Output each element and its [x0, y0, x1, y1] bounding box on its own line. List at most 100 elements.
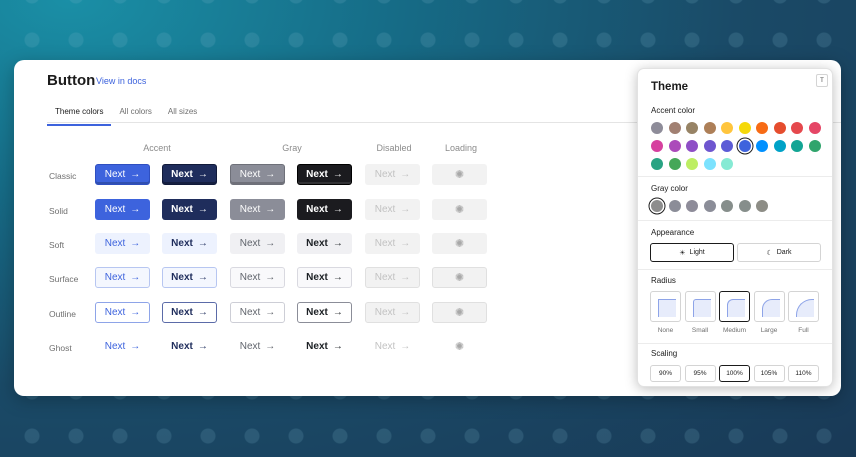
row-label: Soft: [49, 240, 65, 250]
accent-swatch[interactable]: [721, 158, 733, 170]
arrow-right-icon: →: [400, 272, 411, 283]
gray-swatch[interactable]: [738, 200, 751, 212]
accent-swatch[interactable]: [738, 122, 751, 134]
accent-swatch[interactable]: [686, 140, 698, 152]
next-button[interactable]: Next →: [162, 233, 217, 254]
theme-toggle-button[interactable]: T: [816, 74, 828, 87]
radius-option-large[interactable]: [753, 291, 785, 322]
accent-swatch[interactable]: [686, 122, 698, 134]
accent-swatch[interactable]: [668, 122, 681, 134]
gray-swatch[interactable]: [756, 200, 768, 212]
next-button[interactable]: Next →: [230, 164, 285, 185]
gray-swatch[interactable]: [686, 200, 698, 212]
next-button[interactable]: Next →: [297, 233, 352, 254]
button-label: Next: [374, 169, 396, 180]
scaling-option[interactable]: 90%: [650, 365, 681, 382]
page-title: Button: [47, 72, 96, 89]
next-button-disabled: Next →: [365, 267, 420, 288]
radius-option-label: Medium: [722, 327, 747, 334]
accent-swatch[interactable]: [703, 158, 716, 170]
radius-option-none[interactable]: [650, 291, 681, 322]
accent-swatch[interactable]: [668, 140, 681, 152]
column-header: Gray: [282, 143, 302, 153]
accent-swatch[interactable]: [651, 158, 663, 170]
next-button[interactable]: Next →: [95, 164, 150, 185]
accent-swatch[interactable]: [703, 140, 716, 152]
accent-swatch[interactable]: [756, 122, 768, 134]
view-docs-link[interactable]: View in docs: [96, 76, 146, 86]
scaling-option[interactable]: 100%: [719, 365, 750, 382]
accent-swatch[interactable]: [808, 122, 821, 134]
gray-swatch[interactable]: [721, 200, 733, 212]
accent-swatch[interactable]: [773, 140, 786, 152]
next-button[interactable]: Next →: [230, 267, 285, 288]
accent-swatch[interactable]: [686, 158, 698, 170]
arrow-right-icon: →: [130, 272, 141, 283]
gray-swatch[interactable]: [668, 200, 681, 212]
accent-swatch[interactable]: [703, 122, 716, 134]
accent-swatch[interactable]: [738, 140, 751, 152]
next-button-disabled: Next →: [365, 302, 420, 323]
next-button[interactable]: Next →: [230, 302, 285, 323]
next-button[interactable]: Next →: [297, 199, 352, 220]
row-label: Solid: [49, 206, 68, 216]
next-button[interactable]: Next →: [162, 164, 217, 185]
button-label: Next: [374, 204, 396, 215]
next-button[interactable]: Next →: [297, 164, 352, 185]
arrow-right-icon: →: [130, 307, 141, 318]
accent-swatch[interactable]: [668, 158, 681, 170]
next-button[interactable]: Next →: [230, 199, 285, 220]
next-button[interactable]: Next →: [162, 267, 217, 288]
next-button[interactable]: Next →: [162, 199, 217, 220]
accent-swatch[interactable]: [651, 140, 663, 152]
radius-label: Radius: [651, 276, 676, 285]
next-button[interactable]: Next →: [230, 233, 285, 254]
accent-swatch[interactable]: [721, 122, 733, 134]
next-button[interactable]: Next →: [162, 302, 217, 323]
appearance-dark-button[interactable]: ☾ Dark: [737, 243, 821, 262]
button-label: Next: [104, 307, 126, 318]
next-button[interactable]: Next →: [297, 336, 352, 357]
gray-swatch[interactable]: [703, 200, 716, 212]
radius-preview-icon: [692, 299, 711, 317]
spinner-icon: ✺: [454, 341, 465, 353]
accent-swatch[interactable]: [791, 122, 803, 134]
next-button[interactable]: Next →: [95, 267, 150, 288]
next-button[interactable]: Next →: [297, 302, 352, 323]
appearance-label: Appearance: [651, 228, 695, 237]
next-button[interactable]: Next →: [230, 336, 285, 357]
button-label: Next: [104, 341, 126, 352]
accent-swatch[interactable]: [791, 140, 803, 152]
gray-swatch[interactable]: [651, 200, 663, 212]
accent-swatch[interactable]: [721, 140, 733, 152]
next-button[interactable]: Next →: [95, 336, 150, 357]
next-button[interactable]: Next →: [162, 336, 217, 357]
accent-swatch[interactable]: [651, 122, 663, 134]
button-label: Next: [171, 169, 193, 180]
radius-option-label: Small: [691, 327, 709, 334]
next-button[interactable]: Next →: [95, 199, 150, 220]
arrow-right-icon: →: [400, 169, 411, 180]
next-button-loading: ✺: [432, 164, 487, 185]
arrow-right-icon: →: [400, 307, 411, 318]
radius-option-full[interactable]: [788, 291, 819, 322]
accent-swatch[interactable]: [808, 140, 821, 152]
scaling-option[interactable]: 110%: [788, 365, 819, 382]
scaling-option[interactable]: 95%: [684, 365, 716, 382]
radius-option-medium[interactable]: [719, 291, 750, 322]
accent-swatch[interactable]: [756, 140, 768, 152]
next-button[interactable]: Next →: [297, 267, 352, 288]
next-button-disabled: Next →: [365, 164, 420, 185]
button-label: Next: [104, 169, 126, 180]
button-label: Next: [306, 238, 328, 249]
button-label: Next: [239, 238, 261, 249]
appearance-light-button[interactable]: ☀ Light: [650, 243, 734, 262]
next-button[interactable]: Next →: [95, 302, 150, 323]
arrow-right-icon: →: [332, 204, 343, 215]
scaling-option[interactable]: 105%: [753, 365, 785, 382]
scaling-label: Scaling: [651, 349, 678, 358]
next-button[interactable]: Next →: [95, 233, 150, 254]
accent-swatch[interactable]: [773, 122, 786, 134]
radius-option-small[interactable]: [684, 291, 716, 322]
moon-icon: ☾: [766, 249, 773, 257]
